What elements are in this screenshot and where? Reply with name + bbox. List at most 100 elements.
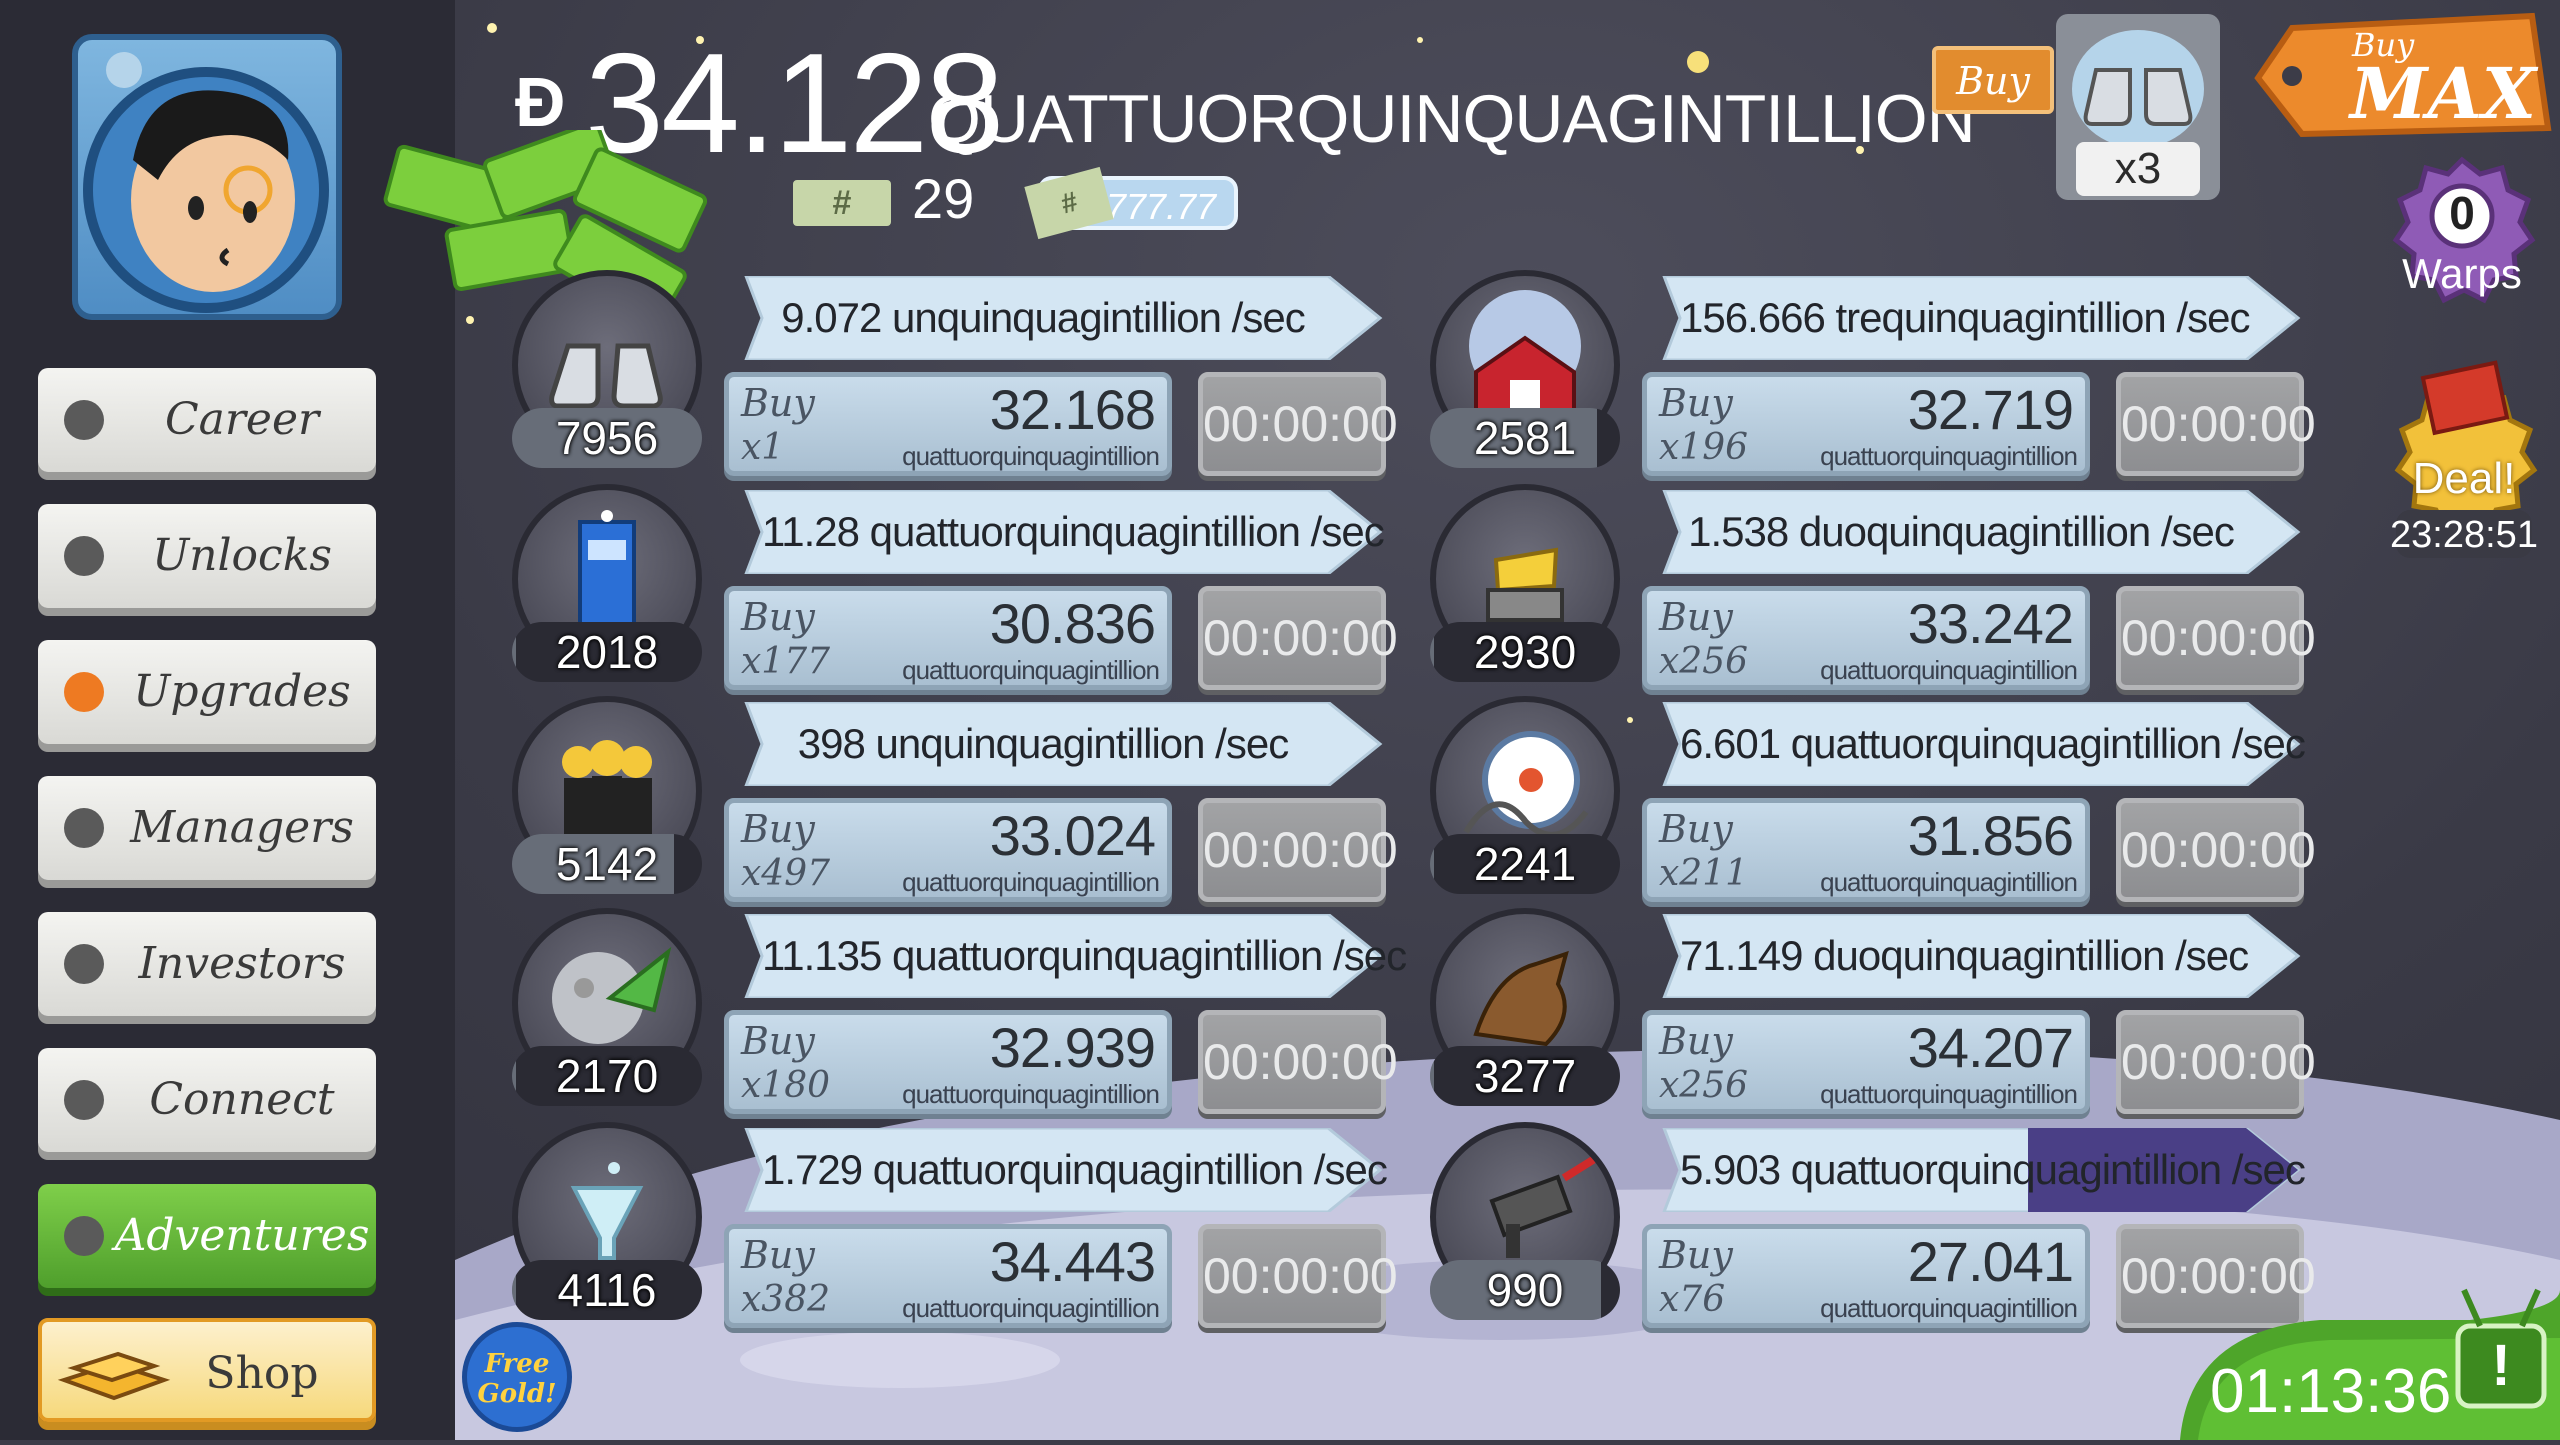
buy-cost-unit: quattuorquinquagintillion	[902, 867, 1160, 897]
buy-manager-button[interactable]: Buy	[1932, 46, 2054, 114]
buy-business-button[interactable]: Buy x180 32.939 quattuorquinquagintillion	[724, 1010, 1172, 1114]
buy-cost: 33.242	[1907, 592, 2074, 655]
buy-cost: 27.041	[1907, 1230, 2074, 1293]
revenue-rate-text: 1.729 quattuorquinquagintillion /sec	[762, 1146, 1388, 1193]
player-avatar[interactable]	[72, 34, 342, 320]
ticket-multiplier-badge[interactable]: # x777.77	[1024, 166, 1238, 240]
manager-multiplier: x3	[2076, 142, 2200, 196]
owned-count: 5142	[555, 838, 659, 890]
buy-cost: 30.836	[989, 592, 1156, 655]
buy-cost-unit: quattuorquinquagintillion	[1820, 867, 2078, 897]
buy-cost-unit: quattuorquinquagintillion	[1820, 655, 2078, 685]
buy-business-button[interactable]: Buy x76 27.041 quattuorquinquagintillion	[1642, 1224, 2090, 1328]
revenue-rate-banner[interactable]: 11.28 quattuorquinquagintillion /sec	[732, 490, 1385, 574]
free-gold-button[interactable]: Free Gold!	[462, 1322, 572, 1432]
buy-max-button[interactable]: Buy MAX	[2252, 8, 2552, 142]
buy-business-button[interactable]: Buy x177 30.836 quattuorquinquagintillion	[724, 586, 1172, 690]
nav-adventures-button[interactable]: Adventures	[38, 1184, 376, 1288]
money-unit: QUATTUORQUINQUAGINTILLION	[928, 81, 1976, 157]
revenue-rate-banner[interactable]: 6.601 quattuorquinquagintillion /sec	[1650, 702, 2306, 786]
owned-count-bar: 5142	[512, 834, 702, 894]
business-timer: 00:00:00	[1198, 1224, 1398, 1328]
buy-label: Buy	[741, 381, 815, 425]
nav-connect-button[interactable]: Connect	[38, 1048, 376, 1152]
buy-cost: 32.719	[1907, 378, 2074, 441]
status-dot	[64, 1216, 104, 1256]
owned-count: 2581	[1473, 412, 1577, 464]
revenue-rate-text: 156.666 trequinquagintillion /sec	[1680, 294, 2250, 341]
business-card: 2241 6.601 quattuorquinquagintillion /sec…	[1430, 696, 2560, 906]
buy-label: Buy	[741, 807, 815, 851]
buy-business-button[interactable]: Buy x196 32.719 quattuorquinquagintillion	[1642, 372, 2090, 476]
nav-label: Career	[164, 394, 320, 445]
buy-cost-unit: quattuorquinquagintillion	[902, 441, 1160, 471]
owned-count: 990	[1486, 1264, 1564, 1316]
revenue-rate-banner[interactable]: 1.538 duoquinquagintillion /sec	[1650, 490, 2302, 574]
owned-count-bar: 2018	[512, 622, 702, 682]
revenue-rate-text: 11.28 quattuorquinquagintillion /sec	[762, 508, 1385, 555]
owned-count: 2170	[555, 1050, 659, 1102]
business-timer: 00:00:00	[1198, 798, 1398, 902]
revenue-rate-banner[interactable]: 156.666 trequinquagintillion /sec	[1650, 276, 2302, 360]
buy-business-button[interactable]: Buy x1 32.168 quattuorquinquagintillion	[724, 372, 1172, 476]
nav-managers-button[interactable]: Managers	[38, 776, 376, 880]
owned-count: 7956	[555, 412, 659, 464]
buy-cost: 31.856	[1907, 804, 2074, 867]
buy-cost: 32.168	[989, 378, 1156, 441]
buy-quantity: x497	[741, 853, 831, 894]
status-dot	[64, 536, 104, 576]
revenue-rate-banner[interactable]: 5.903 quattuorquinquagintillion /sec	[1650, 1128, 2306, 1212]
nav-unlocks-button[interactable]: Unlocks	[38, 504, 376, 608]
buy-max-bottom-label: MAX	[2350, 52, 2537, 135]
buy-business-button[interactable]: Buy x382 34.443 quattuorquinquagintillion	[724, 1224, 1172, 1328]
buy-label: Buy	[741, 595, 815, 639]
buy-business-button[interactable]: Buy x256 33.242 quattuorquinquagintillion	[1642, 586, 2090, 690]
owned-count-bar: 2170	[512, 1046, 702, 1106]
event-timer: 01:13:36	[2210, 1357, 2452, 1426]
revenue-rate-banner[interactable]: 71.149 duoquinquagintillion /sec	[1650, 914, 2302, 998]
nav-investors-button[interactable]: Investors	[38, 912, 376, 1016]
buy-label: Buy	[741, 1233, 815, 1277]
buy-quantity: x256	[1659, 641, 1749, 682]
status-dot	[64, 944, 104, 984]
owned-count-bar: 990	[1430, 1260, 1620, 1320]
business-timer: 00:00:00	[2116, 586, 2316, 690]
nav-career-button[interactable]: Career	[38, 368, 376, 472]
manager-card[interactable]: x3	[2056, 14, 2220, 200]
business-timer: 00:00:00	[2116, 1010, 2316, 1114]
revenue-rate-banner[interactable]: 11.135 quattuorquinquagintillion /sec	[732, 914, 1407, 998]
nav-label: Managers	[130, 802, 354, 853]
nav-label: Adventures	[114, 1210, 370, 1261]
buy-cost-unit: quattuorquinquagintillion	[1820, 441, 2078, 471]
owned-count-bar: 2241	[1430, 834, 1620, 894]
angel-icon: #	[793, 180, 891, 226]
revenue-rate-banner[interactable]: 398 unquinquagintillion /sec	[732, 702, 1384, 786]
owned-count: 3277	[1473, 1050, 1577, 1102]
business-timer: 00:00:00	[1198, 372, 1398, 476]
buy-label: Buy	[1659, 1019, 1733, 1063]
buy-label: Buy	[1659, 807, 1733, 851]
owned-count-bar: 2581	[1430, 408, 1620, 468]
buy-cost-unit: quattuorquinquagintillion	[1820, 1079, 2078, 1109]
revenue-rate-text: 5.903 quattuorquinquagintillion /sec	[1680, 1146, 2306, 1193]
shop-button[interactable]: Shop	[38, 1318, 376, 1422]
nav-upgrades-button[interactable]: Upgrades	[38, 640, 376, 744]
event-timer-panel[interactable]: 01:13:36 !	[2140, 1250, 2560, 1440]
buy-quantity: x180	[741, 1065, 831, 1106]
revenue-rate-banner[interactable]: 1.729 quattuorquinquagintillion /sec	[732, 1128, 1388, 1212]
revenue-rate-banner[interactable]: 9.072 unquinquagintillion /sec	[732, 276, 1384, 360]
buy-business-button[interactable]: Buy x256 34.207 quattuorquinquagintillion	[1642, 1010, 2090, 1114]
buy-business-button[interactable]: Buy x497 33.024 quattuorquinquagintillion	[724, 798, 1172, 902]
buy-quantity: x1	[741, 427, 785, 468]
owned-count: 4116	[557, 1264, 657, 1316]
owned-count-bar: 3277	[1430, 1046, 1620, 1106]
moon-boots-manager-icon	[2072, 30, 2204, 148]
business-timer: 00:00:00	[2116, 798, 2316, 902]
buy-cost-unit: quattuorquinquagintillion	[902, 1293, 1160, 1323]
buy-quantity: x177	[741, 641, 831, 682]
buy-business-button[interactable]: Buy x211 31.856 quattuorquinquagintillion	[1642, 798, 2090, 902]
buy-cost: 34.207	[1907, 1016, 2074, 1079]
nav-label: Investors	[138, 938, 346, 989]
buy-label: Buy	[1659, 1233, 1733, 1277]
business-card: 3277 71.149 duoquinquagintillion /sec Buy x…	[1430, 908, 2560, 1118]
